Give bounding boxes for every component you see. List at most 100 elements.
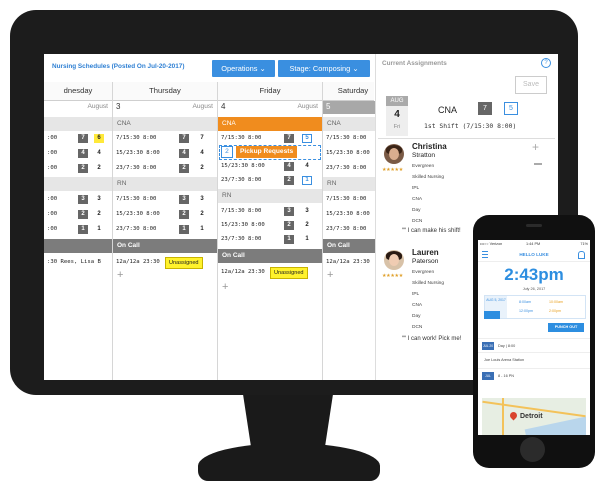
remove-candidate-icon[interactable] — [534, 163, 542, 165]
section-rn: RN — [113, 177, 217, 191]
candidate-quote: ““ I can make his shift! — [402, 228, 461, 234]
section-on-call: On Call — [113, 239, 217, 253]
column-saturday: 5 CNA 7/15:30 8:00 15/23:30 8:00 23/7:30… — [323, 101, 375, 380]
rating-stars: ★★★★★ — [382, 167, 403, 173]
save-button[interactable]: Save — [515, 76, 547, 94]
candidate-first-name: Christina — [412, 142, 447, 151]
list-item[interactable]: Joe Louis Arena Station — [478, 352, 590, 367]
app-title: Nursing Schedules (Posted On Jul-20-2017… — [52, 63, 185, 70]
shift-row[interactable]: 7/15:30 8:00 3 3 — [218, 205, 322, 217]
required-count: 7 — [478, 102, 492, 115]
operations-button[interactable]: Operations ⌄ — [212, 60, 275, 77]
column-friday: 4 August CNA 7/15:30 8:00 7 5 2 Pickup Requ… — [218, 101, 322, 380]
shift-row[interactable]: 23/7:30 8:00 1 1 — [218, 233, 322, 245]
section-rn: RN — [218, 189, 322, 203]
shift-row[interactable]: 7/15:30 8:00 3 3 — [113, 193, 217, 205]
pickup-count: 2 — [221, 146, 233, 158]
shift-row[interactable]: 15/23:30 8:00 2 2 — [113, 208, 217, 220]
shift-row[interactable]: 15/23:30 8:00 — [323, 208, 375, 220]
app-header: Nursing Schedules (Posted On Jul-20-2017… — [44, 54, 374, 83]
phone-clock: 2:43pm — [504, 265, 564, 284]
date-badge: AUG 4 Fri — [386, 96, 408, 136]
shift-row[interactable]: 7/15:30 8:00 — [323, 193, 375, 205]
candidate-first-name: Lauren — [412, 248, 439, 257]
candidate-quote: ““ I can work! Pick me! — [402, 336, 462, 342]
date-number: 4 — [221, 102, 226, 111]
shift-row[interactable]: 15/23:30 8:00 4 4 — [113, 147, 217, 159]
bell-icon[interactable] — [578, 251, 585, 259]
add-icon[interactable]: + — [327, 269, 333, 281]
position-label: CNA — [438, 105, 458, 115]
candidate-last-name: Stratton — [412, 152, 436, 159]
avatar — [384, 250, 404, 270]
unassigned-badge[interactable]: Unassigned — [165, 257, 203, 269]
shift-row[interactable]: 15/23:30 8:00 2 2 — [218, 219, 322, 231]
section-cna: CNA — [218, 117, 322, 131]
section-rn — [44, 177, 112, 191]
shift-description: 1st Shift (7/15:30 8:00) — [424, 122, 517, 130]
shift-row[interactable]: :00 3 3 — [44, 193, 112, 205]
avatar — [384, 144, 404, 164]
on-call-row[interactable]: 12a/12a 23:30 Unassigned — [218, 266, 322, 279]
list-item[interactable]: JUL 20 Day | 8:00 — [478, 338, 590, 353]
phone-device: •••○○ Verizon 1:44 PM 71% HELLO LUKE 2:4… — [473, 215, 595, 468]
help-icon[interactable]: ? — [541, 58, 551, 68]
shift-row[interactable]: :00 1 1 — [44, 223, 112, 235]
section-cna: CNA — [323, 117, 375, 131]
add-icon[interactable]: + — [117, 269, 123, 281]
section-cna: CNA — [113, 117, 217, 131]
monitor-stand — [243, 395, 333, 447]
stage-button[interactable]: Stage: Composing ⌄ — [278, 60, 370, 77]
phone-speaker — [526, 224, 542, 227]
panel-title: Current Assignments — [382, 60, 447, 67]
monitor-base — [198, 443, 380, 481]
shift-row[interactable]: 7/15:30 8:00 7 5 — [218, 132, 322, 144]
map-view[interactable]: Detroit — [482, 398, 586, 435]
shift-row[interactable]: 7/15:30 8:00 — [323, 132, 375, 144]
map-label: Detroit — [520, 413, 543, 420]
shift-row[interactable]: :00 2 2 — [44, 208, 112, 220]
on-call-row[interactable]: 12a/12a 23:30 Unassigned — [113, 256, 217, 269]
date-number: 3 — [116, 102, 121, 111]
column-thursday: 3 August CNA 7/15:30 8:00 7 7 15/23:30 8:00… — [113, 101, 217, 380]
day-header-row: dnesday Thursday Friday Saturday — [44, 82, 374, 101]
shift-row[interactable]: :00 2 2 — [44, 162, 112, 174]
unassigned-badge[interactable]: Unassigned — [270, 267, 308, 279]
home-button[interactable] — [520, 437, 545, 462]
filled-count: 5 — [504, 102, 518, 115]
chevron-down-icon: ⌄ — [259, 64, 266, 73]
shift-row[interactable]: 7/15:30 8:00 7 7 — [113, 132, 217, 144]
date-number: 5 — [326, 102, 331, 111]
section-on-call: On Call — [218, 249, 322, 263]
shift-row[interactable]: :00 7 6 — [44, 132, 112, 144]
shift-row[interactable]: 15/23:30 8:00 4 4 — [218, 160, 322, 172]
add-icon[interactable]: + — [222, 281, 228, 293]
phone-nav-bar: HELLO LUKE — [478, 248, 590, 262]
on-call-row[interactable]: :30 Rees, Lisa B — [44, 256, 112, 268]
day-header-thursday: Thursday — [149, 86, 181, 95]
section-on-call — [44, 239, 112, 253]
candidate-last-name: Paterson — [412, 258, 439, 265]
shift-row[interactable]: 23/7:30 8:00 — [323, 223, 375, 235]
map-pin-icon — [508, 410, 519, 421]
chevron-down-icon: ⌄ — [352, 64, 359, 73]
punch-out-button[interactable]: PUNCH OUT — [548, 323, 584, 332]
section-cna — [44, 117, 112, 131]
shift-row[interactable]: 23/7:30 8:00 — [323, 162, 375, 174]
shift-row[interactable]: :00 4 4 — [44, 147, 112, 159]
rating-stars: ★★★★★ — [382, 273, 403, 279]
day-header-friday: Friday — [259, 86, 281, 95]
on-call-row[interactable]: 12a/12a 23:30 — [323, 256, 375, 268]
phone-status-bar: •••○○ Verizon 1:44 PM 71% — [480, 242, 588, 246]
shift-row[interactable]: 15/23:30 8:00 — [323, 147, 375, 159]
pickup-requests-button[interactable]: Pickup Requests — [236, 146, 298, 158]
day-header-saturday: Saturday — [337, 86, 369, 95]
shift-row[interactable]: 23/7:30 8:00 2 2 — [113, 162, 217, 174]
list-item[interactable]: JUL 8 - 16 PN — [478, 368, 590, 383]
shift-row[interactable]: 23/7:30 8:00 2 1 — [218, 174, 322, 186]
column-wednesday: August :00 7 6 :00 4 4 :00 2 2 :00 3 3 :00 2 2 :00… — [44, 101, 112, 380]
divider — [378, 138, 555, 139]
phone-header-title: HELLO LUKE — [519, 252, 549, 257]
shift-row[interactable]: 23/7:30 8:00 1 1 — [113, 223, 217, 235]
add-candidate-icon[interactable]: + — [532, 140, 539, 154]
